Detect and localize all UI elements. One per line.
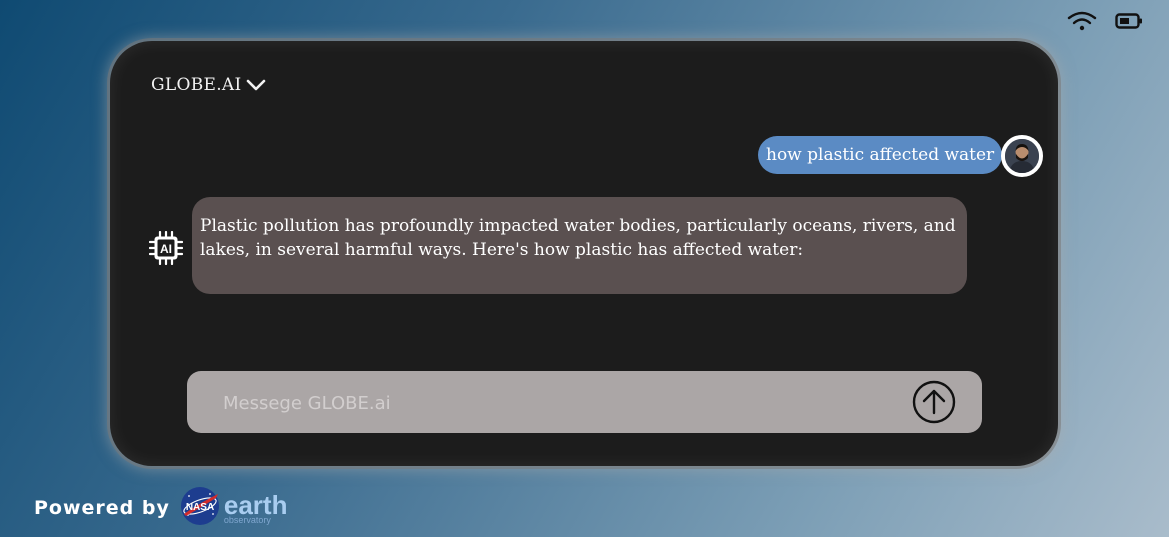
send-button[interactable] xyxy=(912,380,956,424)
nasa-logo-icon: NASA xyxy=(180,486,220,530)
message-input[interactable] xyxy=(221,387,875,419)
user-avatar[interactable] xyxy=(1001,135,1043,177)
powered-by-label: Powered by xyxy=(34,497,170,519)
battery-icon xyxy=(1115,12,1143,30)
wifi-icon xyxy=(1067,10,1097,32)
footer: Powered by NASA earth observatory xyxy=(34,486,287,530)
chat-panel: GLOBE.AI how plastic affected water AI P… xyxy=(110,41,1058,466)
earth-observatory-logo: earth observatory xyxy=(224,492,288,525)
nasa-text: NASA xyxy=(186,502,214,513)
status-bar xyxy=(1067,10,1143,32)
model-selector[interactable]: GLOBE.AI xyxy=(151,75,266,95)
arrow-up-circle-icon xyxy=(912,380,956,424)
svg-text:AI: AI xyxy=(160,242,172,256)
earth-text: earth xyxy=(223,489,288,520)
message-composer xyxy=(187,371,982,433)
chevron-down-icon[interactable] xyxy=(246,78,266,92)
ai-response: Plastic pollution has profoundly impacte… xyxy=(192,197,967,294)
user-message: how plastic affected water xyxy=(758,136,1003,174)
ai-chip-icon: AI xyxy=(148,230,184,269)
brand-title: GLOBE.AI xyxy=(151,75,242,95)
